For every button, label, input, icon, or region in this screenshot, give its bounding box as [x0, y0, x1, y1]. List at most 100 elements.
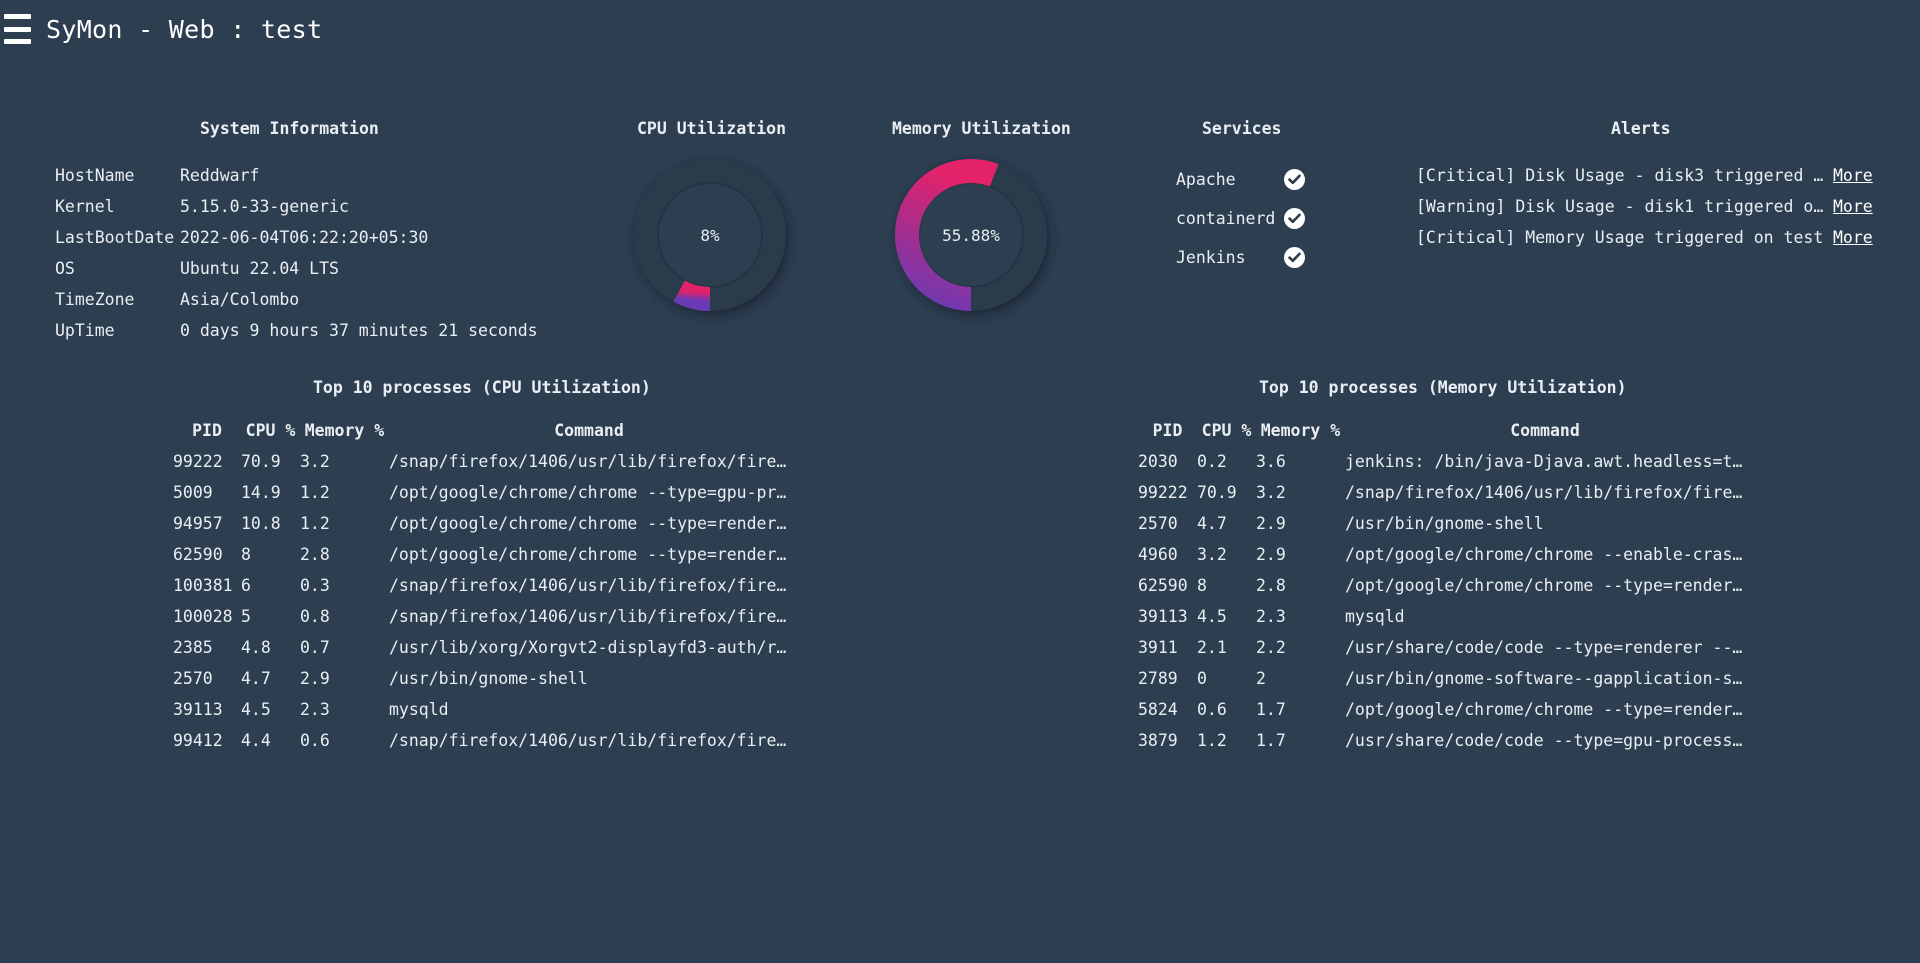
process-pid: 100028	[173, 607, 233, 626]
process-command: /snap/firefox/1406/usr/lib/firefox/firef…	[1345, 483, 1745, 502]
column-header-pid: PID	[1152, 421, 1183, 440]
system-info-key: HostName	[55, 166, 135, 185]
process-command: /snap/firefox/1406/usr/lib/firefox/firef…	[389, 607, 789, 626]
process-cpu: 1.2	[1197, 731, 1227, 750]
memory-processes-table: PID CPU % Memory % Command 2030 0.2 3.6 jen…	[1138, 415, 1745, 756]
system-info-key: UpTime	[55, 321, 115, 340]
alerts-list: [Critical] Disk Usage - disk3 triggered …	[1416, 160, 1873, 253]
process-pid: 2570	[173, 669, 213, 688]
process-memory: 1.7	[1256, 700, 1286, 719]
memory-gauge-value: 55.88%	[942, 226, 1000, 245]
table-row: 99222 70.9 3.2/snap/firefox/1406/usr/lib/f…	[1138, 477, 1745, 508]
system-info-key: OS	[55, 259, 75, 278]
alert-more-link[interactable]: More	[1833, 166, 1873, 185]
table-row: 5824 0.6 1.7/opt/google/chrome/chrome --ty…	[1138, 694, 1745, 725]
service-item: Jenkins	[1176, 238, 1305, 277]
process-memory: 0.3	[300, 576, 330, 595]
table-row: 2789 0 2/usr/bin/gnome-software--gapplicat…	[1138, 663, 1745, 694]
process-memory: 1.2	[300, 514, 330, 533]
process-pid: 100381	[173, 576, 233, 595]
system-info-key: LastBootDate	[55, 228, 175, 247]
process-cpu: 4.5	[241, 700, 271, 719]
process-command: /snap/firefox/1406/usr/lib/firefox/firef…	[389, 452, 789, 471]
app-title: SyMon - Web : test	[46, 14, 323, 44]
system-info-value: 5.15.0-33-generic	[180, 197, 349, 216]
process-memory: 2.9	[300, 669, 330, 688]
process-memory: 3.6	[1256, 452, 1286, 471]
process-command: /snap/firefox/1406/usr/lib/firefox/firef…	[389, 731, 789, 750]
process-pid: 99222	[173, 452, 223, 471]
process-cpu: 70.9	[241, 452, 281, 471]
system-info-key: Kernel	[55, 197, 115, 216]
service-name: Jenkins	[1176, 248, 1246, 267]
alert-item: [Critical] Disk Usage - disk3 triggered …	[1416, 160, 1873, 191]
process-memory: 1.7	[1256, 731, 1286, 750]
process-pid: 99222	[1138, 483, 1188, 502]
process-pid: 4960	[1138, 545, 1178, 564]
process-memory: 2.2	[1256, 638, 1286, 657]
process-memory: 0.8	[300, 607, 330, 626]
process-command: mysqld	[389, 700, 449, 719]
system-info-value: 2022-06-04T06:22:20+05:30	[180, 228, 429, 247]
alert-text: [Critical] Memory Usage triggered on tes…	[1416, 228, 1824, 247]
cpu-gauge-value: 8%	[700, 226, 720, 245]
alert-text: [Critical] Disk Usage - disk3 triggered …	[1416, 166, 1826, 185]
app-header: SyMon - Web : test	[4, 14, 322, 44]
system-info-row: Kernel 5.15.0-33-generic	[55, 191, 538, 222]
services-title: Services	[1202, 119, 1282, 138]
table-header-row: PID CPU % Memory % Command	[1138, 415, 1745, 446]
process-pid: 94957	[173, 514, 223, 533]
process-cpu: 3.2	[1197, 545, 1227, 564]
table-row: 62590 8 2.8/opt/google/chrome/chrome --typ…	[173, 539, 789, 570]
table-row: 94957 10.8 1.2/opt/google/chrome/chrome --…	[173, 508, 789, 539]
table-row: 2570 4.7 2.9/usr/bin/gnome-shell	[1138, 508, 1745, 539]
table-header-row: PID CPU % Memory % Command	[173, 415, 789, 446]
alert-more-link[interactable]: More	[1833, 228, 1873, 247]
system-info-row: TimeZone Asia/Colombo	[55, 284, 538, 315]
memory-utilization-title: Memory Utilization	[892, 119, 1071, 138]
system-info-value: Ubuntu 22.04 LTS	[180, 259, 339, 278]
process-command: /usr/share/code/code --type=renderer --e…	[1345, 638, 1745, 657]
table-row: 39113 4.5 2.3 mysqld	[1138, 601, 1745, 632]
table-row: 100381 6 0.3/snap/firefox/1406/usr/lib/fir…	[173, 570, 789, 601]
process-command: /usr/lib/xorg/Xorgvt2-displayfd3-auth/ru…	[389, 638, 789, 657]
process-cpu: 4.4	[241, 731, 271, 750]
table-row: 2385 4.8 0.7/usr/lib/xorg/Xorgvt2-displayf…	[173, 632, 789, 663]
process-cpu: 5	[241, 607, 251, 626]
hamburger-menu-icon[interactable]	[4, 14, 31, 44]
process-pid: 39113	[1138, 607, 1188, 626]
process-pid: 5009	[173, 483, 213, 502]
alert-more-link[interactable]: More	[1833, 197, 1873, 216]
check-circle-icon	[1284, 208, 1305, 229]
system-info-title: System Information	[200, 119, 379, 138]
column-header-memory: Memory %	[1260, 421, 1341, 440]
process-command: /usr/bin/gnome-shell	[389, 669, 588, 688]
alert-text: [Warning] Disk Usage - disk1 triggered o…	[1416, 197, 1826, 216]
system-info-value: 0 days 9 hours 37 minutes 21 seconds	[180, 321, 538, 340]
table-row: 99412 4.4 0.6/snap/firefox/1406/usr/lib/fi…	[173, 725, 789, 756]
process-cpu: 4.8	[241, 638, 271, 657]
process-cpu: 8	[241, 545, 251, 564]
process-command: /opt/google/chrome/chrome --type=rendere…	[1345, 700, 1745, 719]
process-command: /opt/google/chrome/chrome --enable-crash…	[1345, 545, 1745, 564]
alerts-title: Alerts	[1611, 119, 1671, 138]
process-cpu: 8	[1197, 576, 1207, 595]
table-row: 100028 5 0.8/snap/firefox/1406/usr/lib/fir…	[173, 601, 789, 632]
process-memory: 3.2	[1256, 483, 1286, 502]
system-info-row: OS Ubuntu 22.04 LTS	[55, 253, 538, 284]
memory-processes-title: Top 10 processes (Memory Utilization)	[1259, 378, 1627, 397]
table-row: 39113 4.5 2.3 mysqld	[173, 694, 789, 725]
table-row: 99222 70.9 3.2/snap/firefox/1406/usr/lib/f…	[173, 446, 789, 477]
process-cpu: 6	[241, 576, 251, 595]
process-command: /snap/firefox/1406/usr/lib/firefox/firef…	[389, 576, 789, 595]
system-info-value: Asia/Colombo	[180, 290, 300, 309]
process-cpu: 0	[1197, 669, 1207, 688]
process-pid: 2030	[1138, 452, 1178, 471]
alert-item: [Warning] Disk Usage - disk1 triggered o…	[1416, 191, 1873, 222]
column-header-pid: PID	[192, 421, 222, 440]
process-command: jenkins: /bin/java-Djava.awt.headless=tr…	[1345, 452, 1745, 471]
process-cpu: 2.1	[1197, 638, 1227, 657]
check-circle-icon	[1284, 169, 1305, 190]
table-row: 5009 14.9 1.2/opt/google/chrome/chrome --t…	[173, 477, 789, 508]
process-pid: 3911	[1138, 638, 1178, 657]
